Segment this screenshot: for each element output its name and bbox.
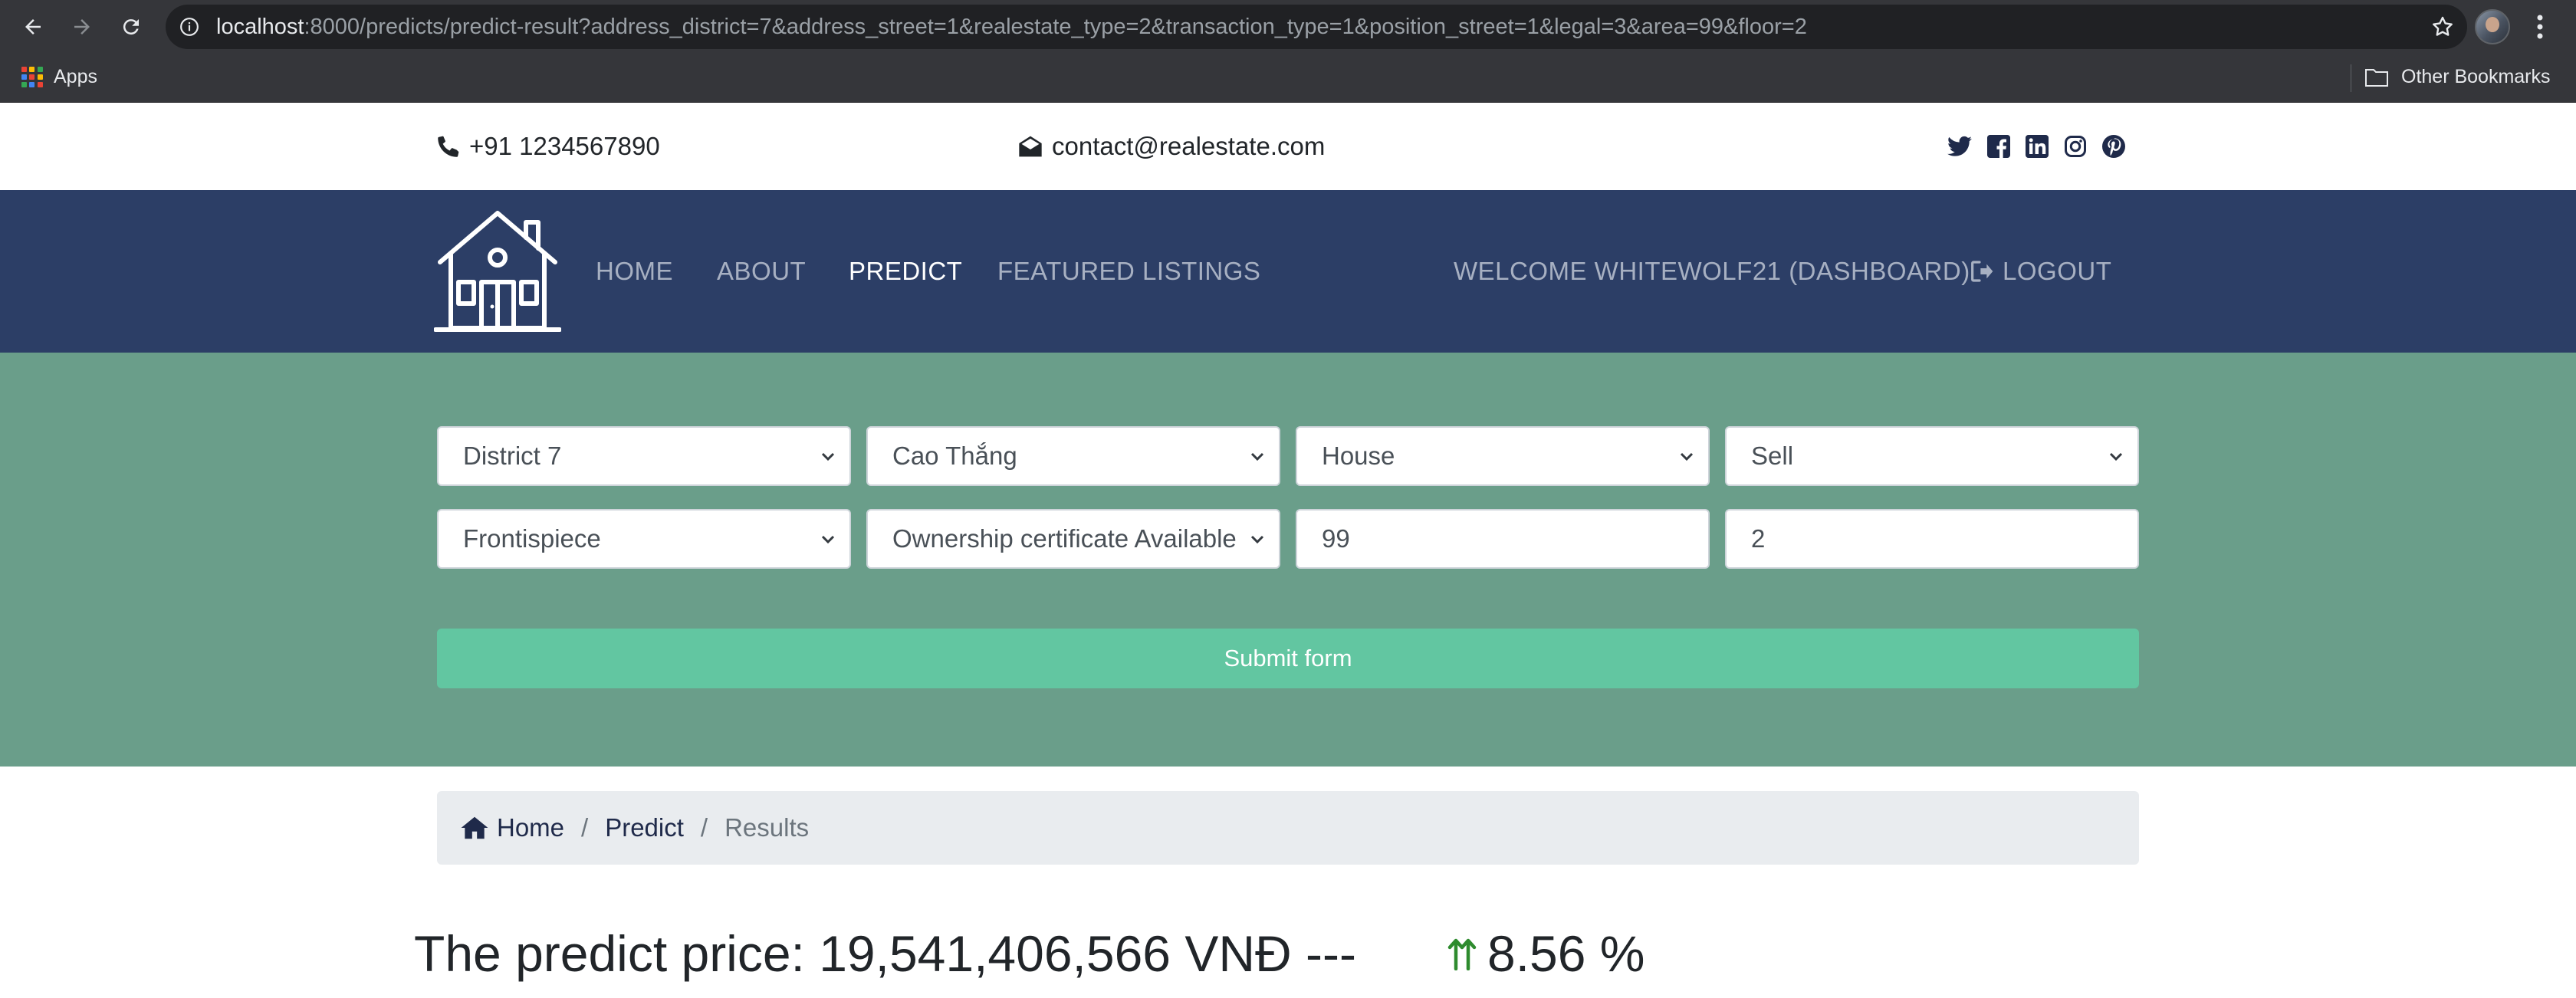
nav-home[interactable]: HOME xyxy=(596,190,673,353)
predict-form: District 7 Cao Thắng House Sell Frontisp… xyxy=(0,353,2576,767)
chevron-down-icon xyxy=(821,452,835,461)
reload-icon xyxy=(123,19,139,35)
nav-predict[interactable]: PREDICT xyxy=(849,190,962,353)
browser-toolbar: localhost:8000/predicts/predict-result?a… xyxy=(0,0,2576,54)
breadcrumb-predict[interactable]: Predict xyxy=(605,813,684,842)
breadcrumb: Home / Predict / Results xyxy=(437,791,2139,865)
other-bookmarks-label: Other Bookmarks xyxy=(2401,66,2551,87)
chevron-down-icon xyxy=(2109,452,2123,461)
chevron-down-icon xyxy=(1250,452,1264,461)
position-street-value: Frontispiece xyxy=(463,524,601,553)
phone-number: +91 1234567890 xyxy=(469,132,660,160)
district-select[interactable]: District 7 xyxy=(437,426,851,486)
realestate-type-value: House xyxy=(1322,442,1395,470)
logout-label: LOGOUT xyxy=(2003,257,2112,285)
contact-email: contact@realestate.com xyxy=(1018,103,1325,190)
nav-logout[interactable]: LOGOUT xyxy=(1970,190,2111,353)
back-button[interactable] xyxy=(14,8,52,46)
submit-form-button[interactable]: Submit form xyxy=(437,629,2139,688)
bookmark-star-icon[interactable] xyxy=(2430,15,2455,39)
url-host: localhost xyxy=(216,15,304,39)
predicted-price: The predict price: 19,541,406,566 VNĐ --… xyxy=(414,925,1356,982)
area-value: 99 xyxy=(1322,524,1350,553)
main-navbar: HOME ABOUT PREDICT FEATURED LISTINGS WEL… xyxy=(0,190,2576,353)
url-path: :8000/predicts/predict-result?address_di… xyxy=(304,15,1807,39)
breadcrumb-home-label: Home xyxy=(497,813,565,842)
arrow-right-icon xyxy=(74,19,90,34)
apps-label: Apps xyxy=(54,66,97,87)
home-icon xyxy=(461,816,488,839)
district-value: District 7 xyxy=(463,442,562,470)
legal-value: Ownership certificate Available xyxy=(892,524,1237,553)
chevron-down-icon xyxy=(1250,535,1264,544)
price-change-value: 8.56 % xyxy=(1487,925,1645,982)
social-links xyxy=(1947,103,2125,190)
price-change: 8.56 % xyxy=(1447,924,1644,983)
profile-avatar[interactable] xyxy=(2475,9,2510,44)
address-url: localhost:8000/predicts/predict-result?a… xyxy=(216,5,1807,49)
floor-input[interactable]: 2 xyxy=(1725,509,2139,569)
pinterest-icon[interactable] xyxy=(2102,135,2125,158)
breadcrumb-current: Results xyxy=(724,813,810,842)
folder-icon xyxy=(2365,68,2388,87)
contact-bar: +91 1234567890 contact@realestate.com xyxy=(0,103,2576,190)
twitter-icon[interactable] xyxy=(1947,135,1972,158)
chevron-down-icon xyxy=(1680,452,1694,461)
chevron-down-icon xyxy=(821,535,835,544)
house-logo-icon[interactable] xyxy=(434,208,561,334)
breadcrumb-home[interactable]: Home xyxy=(460,813,564,842)
breadcrumb-separator: / xyxy=(700,813,708,842)
more-vert-icon[interactable] xyxy=(2528,9,2551,44)
legal-select[interactable]: Ownership certificate Available xyxy=(866,509,1280,569)
transaction-type-value: Sell xyxy=(1751,442,1794,470)
apps-grid-icon xyxy=(21,66,43,88)
nav-about[interactable]: ABOUT xyxy=(717,190,806,353)
area-input[interactable]: 99 xyxy=(1296,509,1710,569)
transaction-type-select[interactable]: Sell xyxy=(1725,426,2139,486)
info-icon xyxy=(180,18,199,36)
position-street-select[interactable]: Frontispiece xyxy=(437,509,851,569)
instagram-icon[interactable] xyxy=(2064,135,2087,158)
realestate-type-select[interactable]: House xyxy=(1296,426,1710,486)
arrow-left-icon xyxy=(25,19,41,34)
floor-value: 2 xyxy=(1751,524,1766,553)
address-bar[interactable]: localhost:8000/predicts/predict-result?a… xyxy=(166,5,2467,49)
sign-out-icon xyxy=(1971,261,1993,282)
envelope-open-icon xyxy=(1019,136,1042,157)
email-address[interactable]: contact@realestate.com xyxy=(1052,132,1325,161)
nav-featured-listings[interactable]: FEATURED LISTINGS xyxy=(997,190,1260,353)
street-value: Cao Thắng xyxy=(892,442,1017,470)
bookmarks-bar: Apps Other Bookmarks xyxy=(0,54,2576,103)
double-arrow-up-icon xyxy=(1447,938,1477,970)
breadcrumb-separator: / xyxy=(581,813,589,842)
phone-icon xyxy=(438,136,459,157)
apps-shortcut[interactable]: Apps xyxy=(21,66,97,88)
other-bookmarks[interactable]: Other Bookmarks xyxy=(2364,66,2551,88)
facebook-icon[interactable] xyxy=(1987,135,2010,158)
street-select[interactable]: Cao Thắng xyxy=(866,426,1280,486)
forward-button[interactable] xyxy=(63,8,101,46)
contact-phone: +91 1234567890 xyxy=(437,103,660,190)
nav-dashboard[interactable]: WELCOME WHITEWOLF21 (DASHBOARD) xyxy=(1454,190,1970,353)
linkedin-icon[interactable] xyxy=(2026,135,2049,158)
reload-button[interactable] xyxy=(112,8,150,46)
